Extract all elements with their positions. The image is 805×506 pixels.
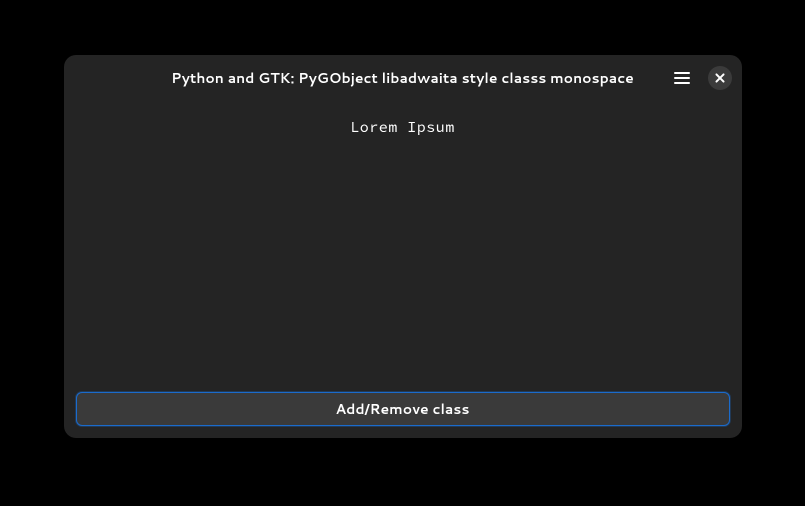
titlebar-controls <box>670 66 732 90</box>
hamburger-icon <box>674 72 690 84</box>
menu-button[interactable] <box>670 66 694 90</box>
toggle-class-button[interactable]: Add/Remove class <box>76 392 730 426</box>
close-icon <box>715 73 725 83</box>
content-area: Lorem Ipsum Add/Remove class <box>64 101 742 438</box>
close-button[interactable] <box>708 66 732 90</box>
titlebar: Python and GTK: PyGObject libadwaita sty… <box>64 55 742 101</box>
sample-text: Lorem Ipsum <box>350 118 455 137</box>
text-container: Lorem Ipsum <box>76 101 730 392</box>
application-window: Python and GTK: PyGObject libadwaita sty… <box>64 55 742 438</box>
window-title: Python and GTK: PyGObject libadwaita sty… <box>171 68 634 88</box>
